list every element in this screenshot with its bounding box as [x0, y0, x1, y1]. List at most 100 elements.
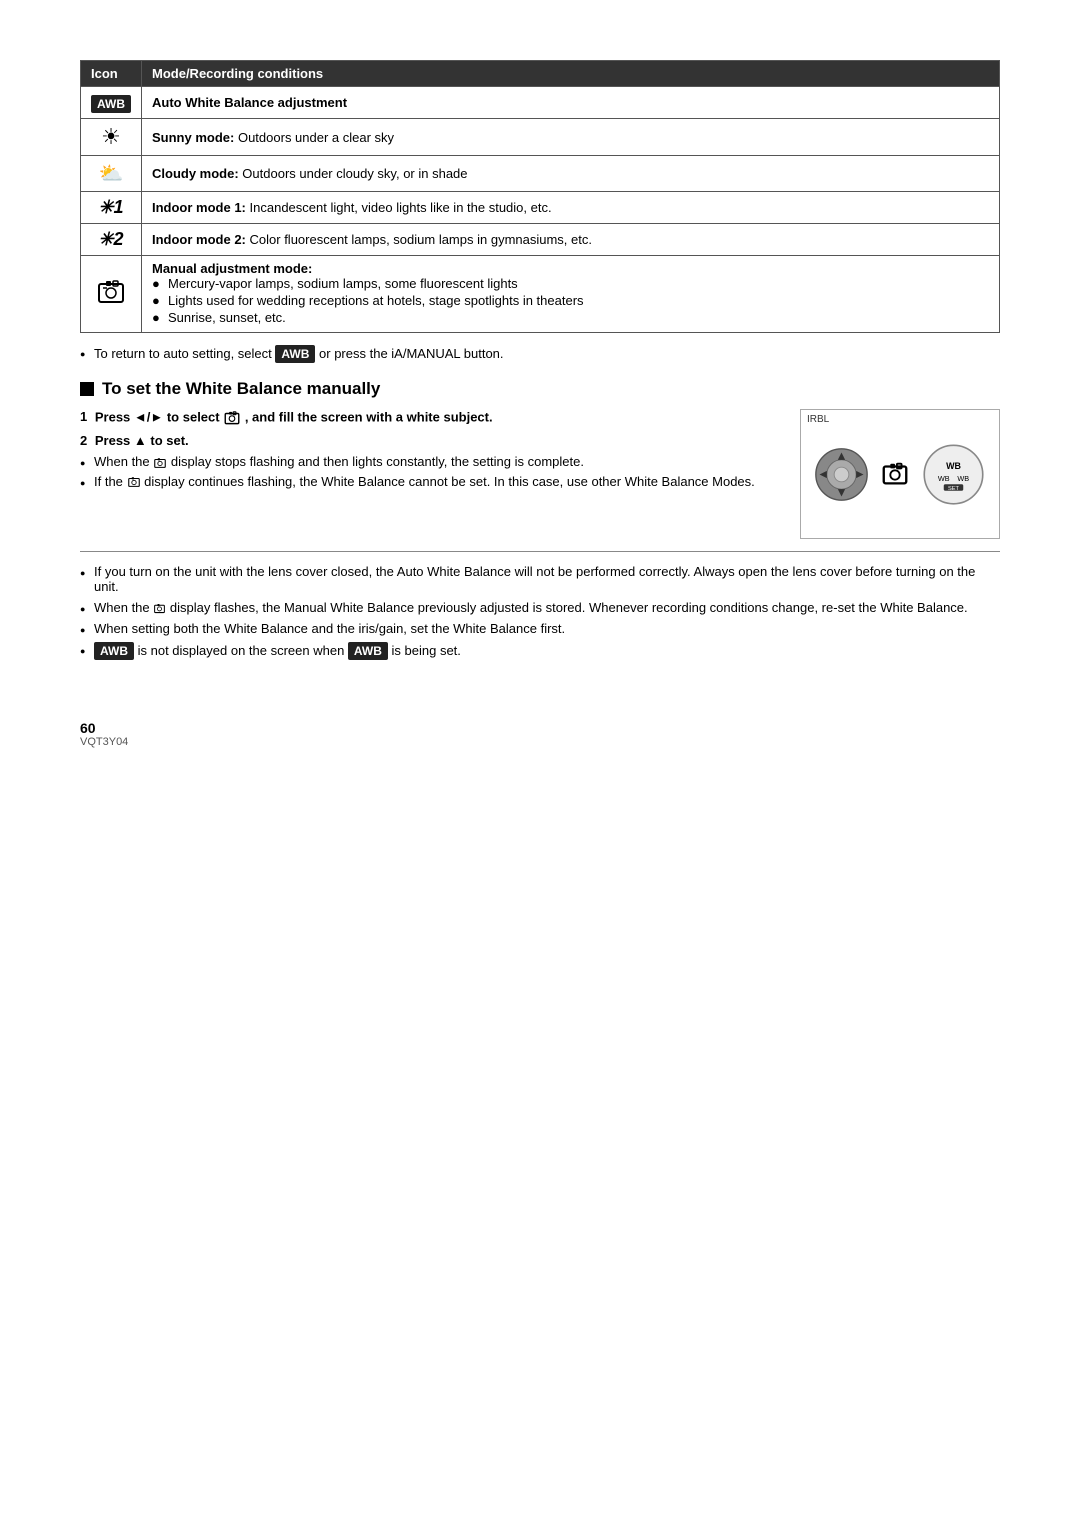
steps-area: 1 Press ◄/► to select , and fill the scr… [80, 409, 1000, 539]
note-2-text: When the display flashes, the Manual Whi… [94, 600, 968, 615]
page-number: 60 [80, 720, 1000, 736]
desc-bold-awb: Auto White Balance adjustment [152, 95, 347, 110]
step-1-bold: Press ◄/► to select [95, 409, 223, 424]
desc-bold-manual: Manual adjustment mode: [152, 261, 989, 276]
table-row: AWB Auto White Balance adjustment [81, 87, 1000, 119]
note-1: ● If you turn on the unit with the lens … [80, 564, 1000, 594]
icon-cell-sunny: ☀ [81, 119, 142, 156]
table-header-icon: Icon [81, 61, 142, 87]
desc-bold-sunny: Sunny mode: [152, 130, 234, 145]
manual-bullet-text-2: Lights used for wedding receptions at ho… [168, 293, 584, 308]
manual-wb-icon [95, 276, 127, 308]
bullet-dot: ● [80, 646, 94, 656]
auto-return-text: To return to auto setting, select AWB or… [94, 345, 504, 363]
desc-rest-indoor2: Color fluorescent lamps, sodium lamps in… [250, 232, 592, 247]
svg-text:WB: WB [938, 474, 950, 483]
page-footer: 60 VQT3Y04 [80, 720, 1000, 748]
table-row: ⛅ Cloudy mode: Outdoors under cloudy sky… [81, 156, 1000, 192]
table-header-mode: Mode/Recording conditions [142, 61, 1000, 87]
awb-badge-note4b: AWB [348, 642, 388, 660]
desc-bold-cloudy: Cloudy mode: [152, 166, 239, 181]
bullet-dot: ● [80, 568, 94, 578]
desc-bold-indoor2: Indoor mode 2: [152, 232, 246, 247]
awb-badge: AWB [91, 95, 131, 113]
table-row: ☀ Sunny mode: Outdoors under a clear sky [81, 119, 1000, 156]
desc-rest-sunny: Outdoors under a clear sky [238, 130, 394, 145]
step-note-2: ● If the display continues flashing, the… [80, 474, 780, 490]
inline-icon [153, 602, 166, 615]
desc-rest-cloudy: Outdoors under cloudy sky, or in shade [242, 166, 467, 181]
note-4-text: AWB is not displayed on the screen when … [94, 642, 461, 660]
cloud-icon: ⛅ [99, 163, 124, 185]
indoor1-icon: ✳1 [98, 197, 123, 217]
note-1-text: If you turn on the unit with the lens co… [94, 564, 1000, 594]
bullet-dot: ● [80, 458, 94, 468]
step-1: 1 Press ◄/► to select , and fill the scr… [80, 409, 780, 427]
wb-indicator: WB WB WB SET [921, 442, 986, 507]
white-balance-table: Icon Mode/Recording conditions AWB Auto … [80, 60, 1000, 333]
bullet-sym: ● [152, 293, 164, 308]
step-2-num: 2 [80, 433, 87, 448]
section-title: To set the White Balance manually [102, 379, 380, 399]
svg-text:WB: WB [946, 460, 961, 470]
model-number: VQT3Y04 [80, 736, 1000, 748]
bullet-sym: ● [152, 276, 164, 291]
icon-cell-manual [81, 256, 142, 333]
indoor2-icon: ✳2 [98, 229, 123, 249]
manual-bullet-text-1: Mercury-vapor lamps, sodium lamps, some … [168, 276, 518, 291]
svg-text:SET: SET [948, 485, 960, 491]
manual-select-icon [223, 409, 241, 427]
awb-badge-inline: AWB [275, 345, 315, 363]
table-row: ✳2 Indoor mode 2: Color fluorescent lamp… [81, 224, 1000, 256]
camera-diagram: IRBL WB WB WB SET [800, 409, 1000, 539]
step-1-num: 1 [80, 409, 87, 424]
desc-cell-sunny: Sunny mode: Outdoors under a clear sky [142, 119, 1000, 156]
desc-cell-awb: Auto White Balance adjustment [142, 87, 1000, 119]
desc-cell-indoor1: Indoor mode 1: Incandescent light, video… [142, 192, 1000, 224]
manual-bullet-2: ● Lights used for wedding receptions at … [152, 293, 989, 308]
desc-rest-indoor1: Incandescent light, video lights like in… [250, 200, 552, 215]
awb-badge-note4a: AWB [94, 642, 134, 660]
sun-icon: ☀ [101, 124, 121, 149]
table-row: Manual adjustment mode: ● Mercury-vapor … [81, 256, 1000, 333]
step-2: 2 Press ▲ to set. [80, 433, 780, 448]
section-heading: To set the White Balance manually [80, 379, 1000, 399]
bullet-dot: ● [80, 604, 94, 614]
table-row: ✳1 Indoor mode 1: Incandescent light, vi… [81, 192, 1000, 224]
bullet-dot: ● [80, 625, 94, 635]
note-4: ● AWB is not displayed on the screen whe… [80, 642, 1000, 660]
bullet-dot: ● [80, 349, 94, 359]
desc-cell-cloudy: Cloudy mode: Outdoors under cloudy sky, … [142, 156, 1000, 192]
manual-bullet-1: ● Mercury-vapor lamps, sodium lamps, som… [152, 276, 989, 291]
icon-cell-indoor1: ✳1 [81, 192, 142, 224]
bullet-sym: ● [152, 310, 164, 325]
bullet-dot: ● [80, 478, 94, 488]
manual-bullet-3: ● Sunrise, sunset, etc. [152, 310, 989, 325]
joystick-icon [814, 447, 869, 502]
step-2-bold: Press ▲ to set. [95, 433, 189, 448]
manual-wb-diagram-icon [880, 459, 910, 489]
note-3-text: When setting both the White Balance and … [94, 621, 565, 636]
desc-bold-indoor1: Indoor mode 1: [152, 200, 246, 215]
heading-square [80, 382, 94, 396]
icon-cell-awb: AWB [81, 87, 142, 119]
notes-section: ● If you turn on the unit with the lens … [80, 564, 1000, 660]
step-note-1-text: When the display stops flashing and then… [94, 454, 584, 470]
desc-cell-manual: Manual adjustment mode: ● Mercury-vapor … [142, 256, 1000, 333]
icon-cell-cloudy: ⛅ [81, 156, 142, 192]
icon-cell-indoor2: ✳2 [81, 224, 142, 256]
inline-icon [153, 456, 167, 470]
auto-return-note: ● To return to auto setting, select AWB … [80, 345, 1000, 363]
note-3: ● When setting both the White Balance an… [80, 621, 1000, 636]
inline-icon [127, 475, 141, 489]
wb-circle-icon: WB WB WB SET [921, 442, 986, 507]
desc-cell-indoor2: Indoor mode 2: Color fluorescent lamps, … [142, 224, 1000, 256]
step-note-1: ● When the display stops flashing and th… [80, 454, 780, 470]
cam-label: IRBL [807, 414, 829, 425]
steps-text: 1 Press ◄/► to select , and fill the scr… [80, 409, 800, 493]
step-1-rest-bold: , and fill the screen with a white subje… [245, 409, 493, 424]
step-note-2-text: If the display continues flashing, the W… [94, 474, 755, 490]
svg-text:WB: WB [957, 474, 969, 483]
section-divider [80, 551, 1000, 552]
note-2: ● When the display flashes, the Manual W… [80, 600, 1000, 615]
